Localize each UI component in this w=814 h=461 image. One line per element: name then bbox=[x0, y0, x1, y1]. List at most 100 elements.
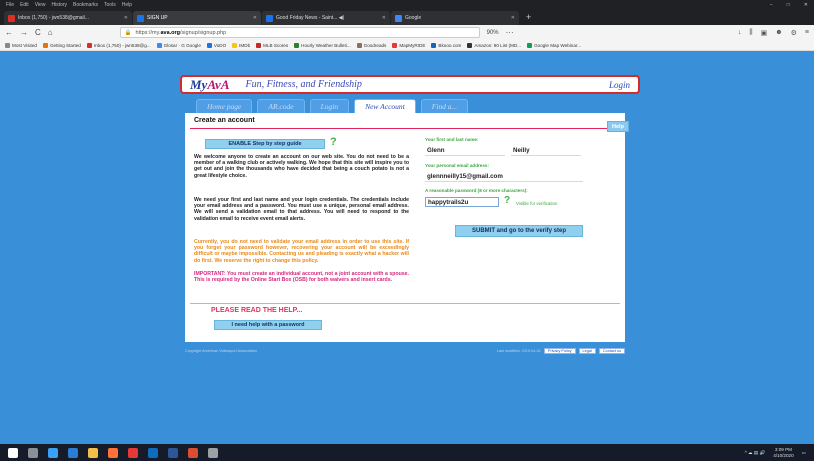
menu-history[interactable]: History bbox=[51, 2, 67, 8]
bookmark-item[interactable]: Amazon: 90 List (MD... bbox=[467, 42, 522, 48]
toolbar-icon[interactable]: ⫼ bbox=[749, 29, 752, 37]
bookmark-item[interactable]: VoDO bbox=[206, 42, 226, 48]
site-tab-home-page[interactable]: Home page bbox=[196, 99, 253, 113]
tab-close-icon[interactable]: ✕ bbox=[124, 15, 128, 21]
tab-favicon-icon bbox=[137, 14, 144, 22]
site-tab-new-account[interactable]: New Account bbox=[354, 99, 416, 113]
menu-help[interactable]: Help bbox=[122, 2, 132, 8]
header-login-link[interactable]: Login bbox=[609, 80, 630, 90]
menu-view[interactable]: View bbox=[35, 2, 46, 8]
notifications-icon[interactable]: ▭ bbox=[802, 450, 806, 456]
menu-edit[interactable]: Edit bbox=[20, 2, 29, 8]
browser-tab[interactable]: Google ✕ bbox=[391, 11, 519, 25]
footer-copyright: Copyright American Volkssport Associatio… bbox=[185, 349, 257, 353]
bookmark-label: IMDb bbox=[239, 42, 251, 48]
guide-help-icon[interactable]: ? bbox=[330, 136, 337, 148]
bookmark-label: MLB Scores bbox=[263, 42, 289, 48]
file-explorer-icon[interactable] bbox=[88, 447, 98, 458]
pen-icon[interactable] bbox=[208, 447, 218, 458]
url-bar[interactable]: 🔒 https://my.ava.org/signup/signup.php bbox=[119, 27, 480, 38]
outlook-icon[interactable] bbox=[148, 447, 158, 458]
bookmark-item[interactable]: Glosar · G Google bbox=[156, 42, 201, 48]
store-icon[interactable] bbox=[68, 447, 78, 458]
bookmark-item[interactable]: Hourly Weather Bulleti... bbox=[294, 42, 351, 48]
tray-icons[interactable]: ^ ☁ ▤ 🔊 bbox=[745, 450, 766, 456]
task-view-icon[interactable] bbox=[28, 447, 38, 458]
bookmark-favicon-icon bbox=[431, 42, 437, 48]
minimize-icon[interactable]: − bbox=[770, 2, 773, 8]
create-account-panel: Create an account Help ENABLE Step by st… bbox=[185, 113, 629, 342]
toolbar-icon[interactable]: ⚙ bbox=[791, 29, 797, 37]
help-button[interactable]: Help bbox=[607, 121, 629, 132]
bookmark-item[interactable]: MLB Scores bbox=[256, 42, 289, 48]
browser-tab[interactable]: SIGN UP ✕ bbox=[133, 11, 261, 25]
password-help-button[interactable]: I need help with a password bbox=[214, 320, 322, 330]
password-help-icon[interactable]: ? bbox=[504, 195, 510, 206]
zoom-level[interactable]: 90% bbox=[487, 30, 499, 36]
menu-tools[interactable]: Tools bbox=[104, 2, 116, 8]
app-icon[interactable] bbox=[128, 447, 138, 458]
bookmark-item[interactable]: Most Visited bbox=[5, 42, 37, 48]
last-name-input[interactable]: Neilly bbox=[511, 146, 581, 156]
toolbar-icon[interactable]: ↓ bbox=[738, 29, 742, 37]
password-input[interactable]: happytrails2u bbox=[425, 197, 499, 207]
photos-icon[interactable] bbox=[188, 447, 198, 458]
site-logo[interactable]: MyAvA bbox=[190, 77, 230, 93]
bookmark-item[interactable]: IMDb bbox=[232, 42, 251, 48]
browser-tabbar: Inbox (1,750) - jwn538@gmail... ✕ SIGN UP ✕… bbox=[0, 9, 814, 25]
forward-icon[interactable]: → bbox=[20, 28, 28, 37]
submit-button[interactable]: SUBMIT and go to the verify step bbox=[455, 225, 583, 237]
footer-legal-button[interactable]: Legal bbox=[578, 348, 596, 354]
toolbar-icon[interactable]: ▣ bbox=[761, 29, 768, 37]
close-icon[interactable]: ✕ bbox=[804, 2, 808, 8]
read-help-link[interactable]: PLEASE READ THE HELP... bbox=[211, 307, 302, 314]
email-input[interactable]: glennneilly15@gmail.com bbox=[425, 172, 583, 182]
firefox-icon[interactable] bbox=[108, 447, 118, 458]
home-icon[interactable]: ⌂ bbox=[48, 28, 53, 37]
tab-close-icon[interactable]: ✕ bbox=[511, 15, 515, 21]
first-name-input[interactable]: Glenn bbox=[425, 146, 505, 156]
bookmark-item[interactable]: Getting Started bbox=[42, 42, 81, 48]
bookmark-label: MapMyRIDE bbox=[399, 42, 426, 48]
bookmark-label: Google Map Webinar... bbox=[534, 42, 582, 48]
tab-close-icon[interactable]: ✕ bbox=[253, 15, 257, 21]
menu-bookmarks[interactable]: Bookmarks bbox=[73, 2, 98, 8]
window-controls: − □ ✕ bbox=[770, 2, 808, 8]
footer-privacy-policy-button[interactable]: Privacy Policy bbox=[543, 348, 576, 354]
browser-tab[interactable]: Inbox (1,750) - jwn538@gmail... ✕ bbox=[4, 11, 132, 25]
bookmark-item[interactable]: MapMyRIDE bbox=[392, 42, 426, 48]
enable-guide-button[interactable]: ENABLE Step by step guide bbox=[205, 139, 325, 149]
bookmark-label: Inbox (1,750) - jwn538@g... bbox=[93, 42, 151, 48]
word-icon[interactable] bbox=[168, 447, 178, 458]
maximize-icon[interactable]: □ bbox=[787, 2, 790, 8]
toolbar-icon[interactable]: ≡ bbox=[805, 29, 809, 37]
site-footer: Copyright American Volkssport Associatio… bbox=[185, 346, 625, 356]
tab-close-icon[interactable]: ✕ bbox=[382, 15, 386, 21]
new-tab-icon[interactable]: + bbox=[520, 12, 537, 22]
reload-icon[interactable]: C bbox=[35, 28, 41, 37]
toolbar-icons: ↓ ⫼ ▣ ☻ ⚙ ≡ bbox=[738, 29, 809, 37]
bookmark-favicon-icon bbox=[86, 42, 92, 48]
tab-favicon-icon bbox=[8, 14, 15, 22]
bookmark-item[interactable]: Goodreads bbox=[356, 42, 386, 48]
menu-file[interactable]: File bbox=[6, 2, 14, 8]
site-tab-login[interactable]: Login bbox=[309, 99, 350, 113]
site-tab-ar-code[interactable]: AR.code bbox=[257, 99, 305, 113]
bookmark-favicon-icon bbox=[256, 42, 262, 48]
back-icon[interactable]: ← bbox=[5, 28, 13, 37]
bookmark-item[interactable]: Inbox (1,750) - jwn538@g... bbox=[86, 42, 151, 48]
bookmark-item[interactable]: Google Map Webinar... bbox=[527, 42, 582, 48]
bookmark-label: Getting Started bbox=[49, 42, 81, 48]
password-visible-note: Visible for verification bbox=[516, 201, 558, 206]
system-clock[interactable]: 3:09 PM 4/10/2020 bbox=[773, 447, 793, 458]
bookmark-label: Amazon: 90 List (MD... bbox=[474, 42, 522, 48]
windows-start-icon[interactable] bbox=[8, 447, 18, 458]
site-tab-find-a[interactable]: Find a... bbox=[420, 99, 469, 113]
edge-icon[interactable] bbox=[48, 447, 58, 458]
browser-tab[interactable]: Good Friday News - Saint... ◀) ✕ bbox=[262, 11, 390, 25]
toolbar-icon[interactable]: ☻ bbox=[775, 29, 782, 37]
footer-contact-us-button[interactable]: Contact us bbox=[598, 348, 625, 354]
more-icon[interactable]: ··· bbox=[506, 28, 514, 37]
bookmark-item[interactable]: Bkooo.com bbox=[431, 42, 461, 48]
bookmark-favicon-icon bbox=[467, 42, 473, 48]
